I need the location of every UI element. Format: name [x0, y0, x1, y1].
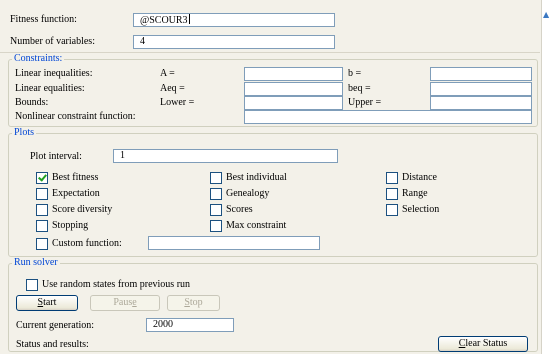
best-fitness-label: Best fitness — [52, 172, 99, 183]
plot-interval-label: Plot interval: — [30, 151, 82, 162]
start-button[interactable]: Start — [16, 295, 78, 311]
genealogy-label: Genealogy — [226, 188, 270, 199]
fitness-function-label: Fitness function: — [10, 14, 77, 25]
expectation-checkbox[interactable] — [36, 188, 48, 200]
custom-function-label: Custom function: — [52, 238, 122, 249]
lower-bound-input[interactable] — [244, 96, 343, 110]
linear-equalities-label: Linear equalities: — [15, 83, 85, 94]
clear-status-button[interactable]: Clear Status — [438, 336, 528, 352]
number-of-variables-label: Number of variables: — [10, 36, 95, 47]
right-panel-edge: ▲ — [541, 0, 550, 354]
max-constraint-label: Max constraint — [226, 220, 287, 231]
section-divider — [0, 52, 540, 53]
constraints-title: Constraints: — [14, 53, 63, 64]
text-cursor — [188, 14, 190, 24]
random-states-checkbox[interactable] — [26, 279, 38, 291]
custom-function-input[interactable] — [148, 236, 320, 250]
nonlinear-constraint-label: Nonlinear constraint function: — [15, 111, 136, 122]
best-individual-label: Best individual — [226, 172, 287, 183]
score-diversity-checkbox[interactable] — [36, 204, 48, 216]
small-triangle-icon: ▲ — [543, 10, 550, 19]
current-generation-value: 2000 — [146, 318, 234, 332]
scores-label: Scores — [226, 204, 253, 215]
selection-label: Selection — [402, 204, 440, 215]
stopping-checkbox[interactable] — [36, 220, 48, 232]
linear-inequalities-label: Linear inequalities: — [15, 68, 93, 79]
run-solver-title: Run solver — [14, 257, 58, 268]
status-results-label: Status and results: — [16, 339, 89, 350]
upper-bound-input[interactable] — [430, 96, 532, 110]
plots-title: Plots — [14, 127, 35, 138]
aeq-label: Aeq = — [160, 83, 185, 94]
range-checkbox[interactable] — [386, 188, 398, 200]
expectation-label: Expectation — [52, 188, 100, 199]
upper-bound-label: Upper = — [348, 97, 382, 108]
current-generation-label: Current generation: — [16, 320, 95, 331]
stopping-label: Stopping — [52, 220, 89, 231]
check-mark-icon — [38, 172, 47, 182]
stop-button[interactable]: Stop — [167, 295, 220, 311]
a-label: A = — [160, 68, 175, 79]
genealogy-checkbox[interactable] — [210, 188, 222, 200]
custom-function-checkbox[interactable] — [36, 238, 48, 250]
b-label: b = — [348, 68, 362, 79]
fitness-function-input[interactable]: @SCOUR3 — [133, 13, 335, 27]
scores-checkbox[interactable] — [210, 204, 222, 216]
best-individual-checkbox[interactable] — [210, 172, 222, 184]
selection-checkbox[interactable] — [386, 204, 398, 216]
aeq-matrix-input[interactable] — [244, 82, 343, 96]
score-diversity-label: Score diversity — [52, 204, 113, 215]
lower-bound-label: Lower = — [160, 97, 195, 108]
b-vector-input[interactable] — [430, 67, 532, 81]
beq-label: beq = — [348, 83, 371, 94]
max-constraint-checkbox[interactable] — [210, 220, 222, 232]
number-of-variables-input[interactable]: 4 — [133, 35, 335, 49]
distance-checkbox[interactable] — [386, 172, 398, 184]
pause-button[interactable]: Pause — [90, 295, 160, 311]
distance-label: Distance — [402, 172, 437, 183]
range-label: Range — [402, 188, 428, 199]
a-matrix-input[interactable] — [244, 67, 343, 81]
nonlinear-constraint-input[interactable] — [244, 110, 532, 124]
random-states-label: Use random states from previous run — [42, 279, 191, 290]
beq-vector-input[interactable] — [430, 82, 532, 96]
best-fitness-checkbox[interactable] — [36, 172, 48, 184]
bounds-label: Bounds: — [15, 97, 49, 108]
plot-interval-input[interactable]: 1 — [113, 149, 338, 163]
